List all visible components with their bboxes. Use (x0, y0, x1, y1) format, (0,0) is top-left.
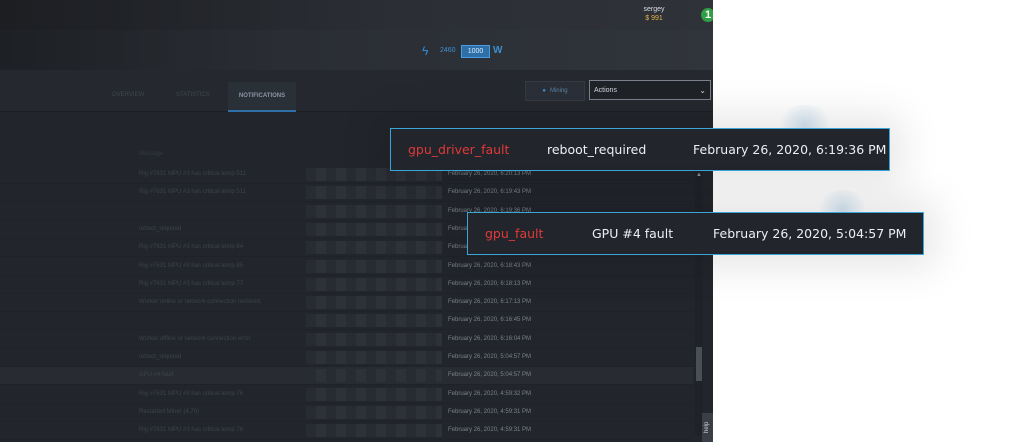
row-message: Rig #7631 MPU #3 has critical temp 85 (139, 262, 244, 269)
row-message: GPU #4 fault (139, 372, 174, 379)
row-background-band (306, 405, 442, 419)
tab-statistics[interactable]: Statistics (176, 92, 210, 98)
row-message: Rig #7631 MPU #3 has critical temp 84 (139, 244, 244, 251)
row-message: Restarted Miner (4.70) (139, 408, 200, 415)
row-time: February 26, 2020, 6:16:45 PM (448, 317, 532, 324)
row-time: February 26, 2020, 6:17:13 PM (448, 299, 532, 306)
username: sergey (643, 6, 665, 13)
lightning-icon: ϟ (422, 44, 429, 58)
row-message: Worker online or network connection rest… (139, 299, 262, 306)
tooltip-time: February 26, 2020, 5:04:57 PM (713, 226, 907, 241)
power-bar (0, 30, 713, 70)
power-limit-input[interactable]: 1000 (461, 45, 490, 58)
user-info[interactable]: sergey $ 991 (624, 5, 684, 23)
row-time: February 26, 2020, 6:16:04 PM (448, 335, 532, 342)
row-time: February 26, 2020, 6:20:13 PM (448, 171, 532, 177)
row-background-band (306, 387, 442, 401)
row-time: February 26, 2020, 6:19:43 PM (448, 189, 532, 196)
tab-notifications[interactable]: Notifications (228, 82, 296, 112)
row-message: Rig #7631 MPU #3 has critical temp 77 (139, 280, 244, 287)
row-time: February 26, 2020, 4:59:31 PM (448, 427, 532, 434)
top-bar: sergey $ 991 1 (0, 0, 713, 30)
tab-overview[interactable]: Overview (112, 92, 144, 98)
scroll-up-icon[interactable]: ▲ (696, 172, 702, 178)
table-row[interactable]: Rig #7631 MPU #3 has critical temp 511 Fe… (0, 184, 693, 203)
table-row[interactable]: Rig #7631 MPU #3 has critical temp 77 Feb… (0, 276, 693, 294)
row-time: February 26, 2020, 6:18:13 PM (448, 280, 532, 287)
row-background-band (306, 332, 442, 346)
row-message: Worker offline or network connection err… (139, 335, 251, 342)
table-row[interactable]: Rig #7631 MPU #3 has critical temp 85 Feb… (0, 258, 693, 276)
power-value: 2460 (440, 47, 456, 54)
row-background-band (306, 204, 442, 218)
tooltip-time: February 26, 2020, 6:19:36 PM (693, 142, 887, 157)
row-message: Rig #7631 MPU #3 has critical temp 76 (139, 427, 244, 434)
power-unit: W (493, 45, 503, 56)
row-message: Rig #7631 MPU #3 has critical temp 511 (139, 171, 246, 177)
table-row[interactable]: February 26, 2020, 6:16:45 PM (0, 312, 693, 331)
notification-tooltip: gpu_fault GPU #4 fault February 26, 2020… (467, 212, 924, 255)
balance: $ 991 (645, 15, 663, 22)
notification-tooltip: gpu_driver_fault reboot_required Februar… (390, 128, 890, 171)
table-row[interactable]: Restarted Miner (4.70) February 26, 2020,… (0, 404, 693, 422)
row-time: February 26, 2020, 6:18:43 PM (448, 262, 532, 269)
table-row[interactable]: Worker offline or network connection err… (0, 331, 693, 349)
mining-status-icon: ● (542, 88, 546, 94)
row-time: February 26, 2020, 4:59:31 PM (448, 408, 532, 415)
row-message: reboot_required (139, 225, 182, 232)
row-background-band (306, 351, 442, 364)
row-background-band (306, 314, 442, 328)
tooltip-type: gpu_fault (485, 226, 544, 241)
row-background-band (306, 222, 442, 236)
actions-select[interactable]: Actions ⌄ (589, 80, 711, 100)
row-message: Rig #7631 MPU #3 has critical temp 511 (139, 189, 246, 196)
row-time: February 26, 2020, 4:59:32 PM (448, 390, 532, 397)
tooltip-text: reboot_required (547, 142, 647, 157)
help-button[interactable]: help (702, 413, 713, 442)
table-row[interactable]: Rig #7631 MPU #3 has critical temp 76 Feb… (0, 422, 693, 441)
actions-label: Actions (594, 87, 617, 94)
row-message: Rig #7631 MPU #3 has critical temp 76 (139, 390, 244, 397)
row-time: February 26, 2020, 5:04:57 PM (448, 354, 532, 360)
row-background-band (306, 259, 442, 273)
chevron-down-icon: ⌄ (699, 86, 706, 95)
row-background-band (306, 296, 442, 310)
mining-label: Mining (549, 88, 568, 94)
scrollbar[interactable]: ▲ (695, 171, 703, 436)
list-header: Message (139, 151, 164, 157)
row-background-band (306, 424, 442, 438)
mining-button[interactable]: ● Mining (525, 81, 585, 101)
row-background-band (306, 369, 442, 383)
row-background-band (306, 277, 442, 291)
row-message: reboot_required (139, 354, 182, 360)
table-row[interactable]: Rig #7631 MPU #3 has critical temp 76 Feb… (0, 386, 693, 404)
table-row[interactable]: GPU #4 fault February 26, 2020, 5:04:57 P… (0, 367, 693, 386)
notification-badge[interactable]: 1 (701, 8, 713, 22)
row-time: February 26, 2020, 5:04:57 PM (448, 372, 532, 379)
row-background-band (306, 241, 442, 255)
scrollbar-thumb[interactable] (696, 347, 702, 381)
table-row[interactable]: Worker online or network connection rest… (0, 294, 693, 313)
tooltip-type: gpu_driver_fault (408, 142, 510, 157)
row-background-band (306, 186, 442, 200)
tooltip-text: GPU #4 fault (592, 226, 674, 241)
table-row[interactable]: reboot_required February 26, 2020, 5:04:5… (0, 349, 693, 367)
